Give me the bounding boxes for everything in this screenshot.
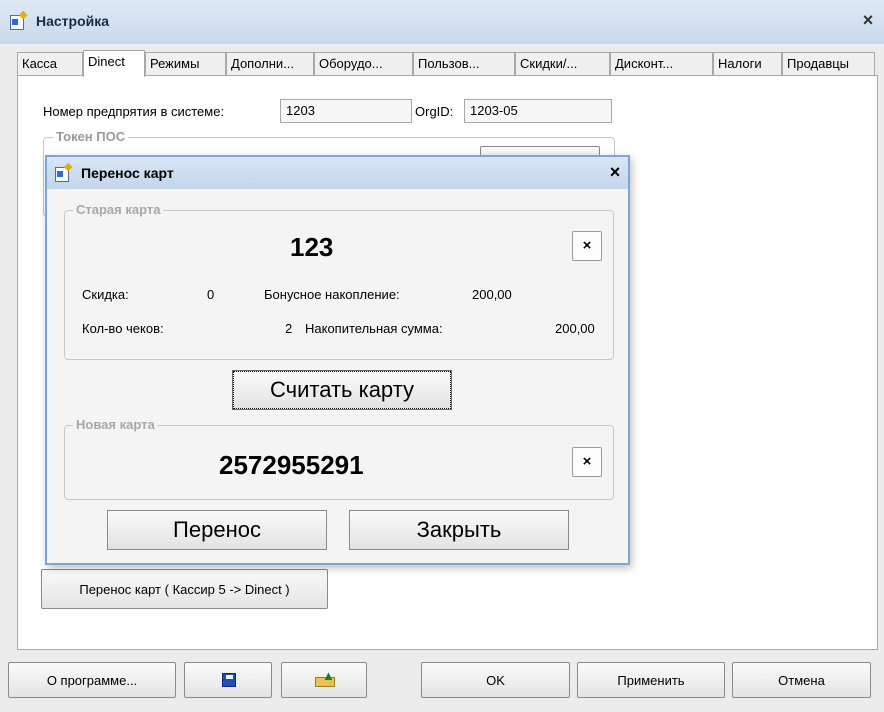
tab-dinect[interactable]: Dinect bbox=[83, 50, 145, 77]
tab-skidki[interactable]: Скидки/... bbox=[515, 52, 610, 76]
cancel-button[interactable]: Отмена bbox=[732, 662, 871, 698]
tab-prodavtsy[interactable]: Продавцы bbox=[782, 52, 875, 76]
bonus-value: 200,00 bbox=[472, 287, 512, 302]
cumulative-label: Накопительная сумма: bbox=[305, 321, 443, 336]
tab-oborudo[interactable]: Оборудо... bbox=[314, 52, 413, 76]
about-button[interactable]: О программе... bbox=[8, 662, 176, 698]
export-button[interactable]: ▲ bbox=[281, 662, 367, 698]
old-card-clear-button[interactable]: × bbox=[572, 231, 602, 261]
tab-nalogi[interactable]: Налоги bbox=[713, 52, 782, 76]
apply-button[interactable]: Применить bbox=[577, 662, 725, 698]
enterprise-number-label: Номер предпрятия в системе: bbox=[43, 104, 225, 119]
tab-polzov[interactable]: Пользов... bbox=[413, 52, 515, 76]
tab-dopolni[interactable]: Дополни... bbox=[226, 52, 314, 76]
token-group-title: Токен ПОС bbox=[53, 129, 129, 144]
close-icon[interactable]: × bbox=[858, 10, 878, 30]
dialog-title: Перенос карт bbox=[81, 165, 174, 181]
orgid-field[interactable]: 1203-05 bbox=[464, 99, 612, 123]
checks-value: 2 bbox=[285, 321, 293, 336]
new-card-group-title: Новая карта bbox=[73, 417, 158, 432]
save-button[interactable] bbox=[184, 662, 272, 698]
orgid-label: OrgID: bbox=[415, 104, 454, 119]
tab-diskont[interactable]: Дисконт... bbox=[610, 52, 713, 76]
new-card-clear-button[interactable]: × bbox=[572, 447, 602, 477]
old-card-group-title: Старая карта bbox=[73, 202, 164, 217]
dialog-close-icon[interactable]: × bbox=[605, 161, 625, 183]
bonus-label: Бонусное накопление: bbox=[264, 287, 400, 302]
export-icon: ▲ bbox=[315, 669, 335, 687]
ok-button[interactable]: OK bbox=[421, 662, 570, 698]
tab-rezhimy[interactable]: Режимы bbox=[145, 52, 226, 76]
old-card-number: 123 bbox=[290, 232, 334, 262]
window-titlebar: ◆ Настройка × bbox=[0, 0, 884, 44]
enterprise-number-field[interactable]: 1203 bbox=[280, 99, 412, 123]
old-card-group bbox=[64, 210, 614, 360]
transfer-button[interactable]: Перенос bbox=[107, 510, 327, 550]
card-transfer-dialog: ◆ Перенос карт × Старая карта 123 × Скид… bbox=[45, 155, 630, 565]
tab-kassa[interactable]: Касса bbox=[17, 52, 83, 76]
cumulative-value: 200,00 bbox=[555, 321, 595, 336]
close-button[interactable]: Закрыть bbox=[349, 510, 569, 550]
checks-label: Кол-во чеков: bbox=[82, 321, 164, 336]
dialog-titlebar: ◆ Перенос карт × bbox=[47, 157, 628, 189]
tab-strip: Касса Dinect Режимы Дополни... Оборудо..… bbox=[17, 50, 877, 77]
dialog-app-icon: ◆ bbox=[55, 162, 73, 182]
discount-value: 0 bbox=[207, 287, 215, 302]
window-title: Настройка bbox=[36, 13, 110, 29]
new-card-number: 2572955291 bbox=[219, 450, 364, 480]
save-icon bbox=[222, 673, 236, 687]
read-card-button[interactable]: Считать карту bbox=[232, 370, 452, 410]
settings-window: ◆ Настройка × Касса Dinect Режимы Дополн… bbox=[0, 0, 884, 712]
discount-label: Скидка: bbox=[82, 287, 129, 302]
app-icon: ◆ bbox=[10, 10, 28, 30]
transfer-cards-button[interactable]: Перенос карт ( Кассир 5 -> Dinect ) bbox=[41, 569, 328, 609]
